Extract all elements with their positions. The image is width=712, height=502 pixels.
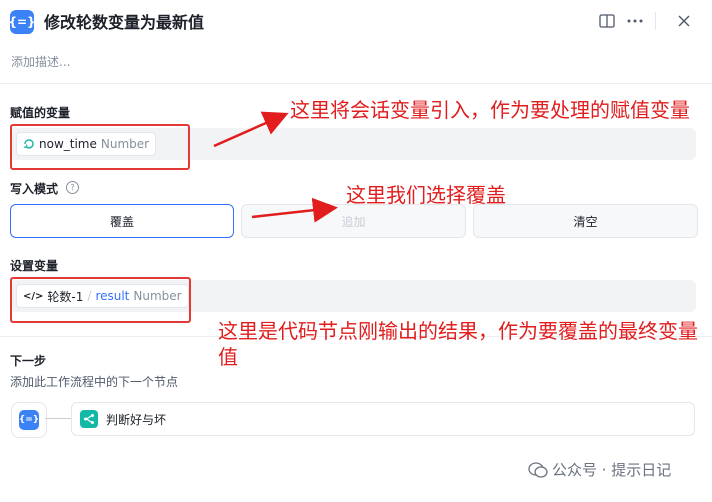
annotation-text-2: 这里我们选择覆盖 (346, 183, 506, 207)
annotation-text-1: 这里将会话变量引入，作为要处理的赋值变量 (290, 98, 690, 122)
watermark-text: 公众号 · 提示日记 (552, 461, 672, 479)
annotation-arrow (251, 197, 338, 223)
watermark: 公众号 · 提示日记 (528, 459, 671, 480)
wechat-icon (528, 461, 548, 478)
annotation-arrow (213, 111, 289, 148)
annotation-arrows (213, 111, 338, 223)
annotation-text-3: 这里是代码节点刚输出的结果，作为要覆盖的最终变量值 (218, 319, 698, 369)
